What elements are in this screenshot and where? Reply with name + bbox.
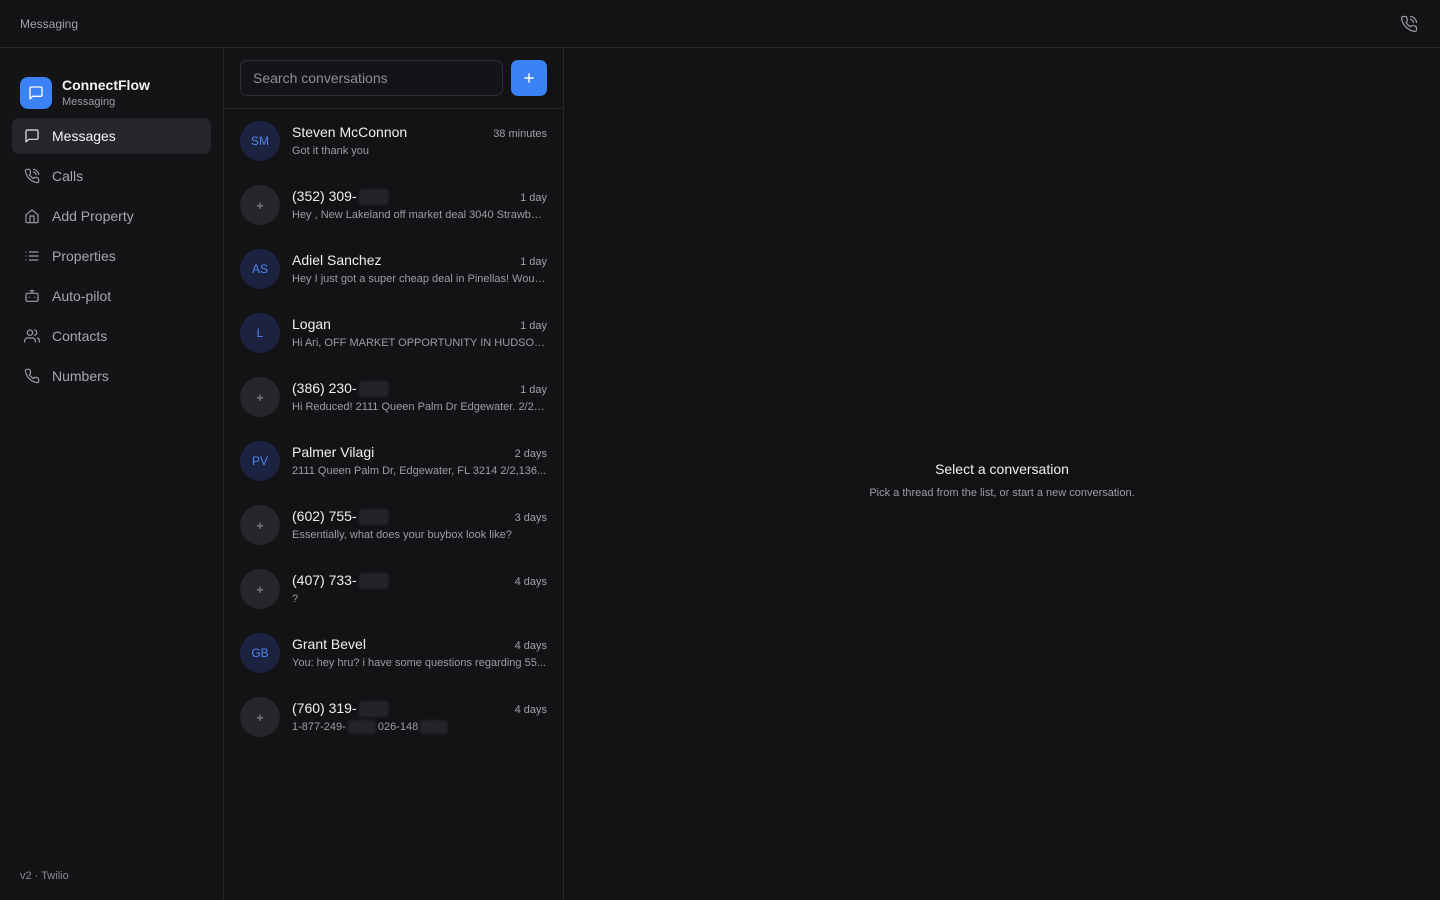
message-preview: Essentially, what does your buybox look … <box>292 529 512 541</box>
sidebar-item-label: Messages <box>52 128 116 144</box>
brand-subtitle: Messaging <box>62 96 116 108</box>
sidebar-item-label: Properties <box>52 248 116 264</box>
contact-name: (386) 230- <box>292 380 357 396</box>
sidebar-item-label: Calls <box>52 168 84 184</box>
phone-call-icon[interactable] <box>1398 13 1420 35</box>
search-input[interactable] <box>240 60 503 96</box>
conversation-item[interactable]: + (352) 309- 1 day Hey , New Lakeland off… <box>224 173 563 237</box>
message-preview: 2111 Queen Palm Dr, Edgewater, FL 3214 2… <box>292 465 547 477</box>
contact-name: (407) 733- <box>292 572 357 588</box>
contact-name: Palmer Vilagi <box>292 444 375 460</box>
timestamp: 1 day <box>520 320 547 332</box>
timestamp: 2 days <box>514 448 547 460</box>
top-bar: Messaging <box>0 0 1440 48</box>
message-preview: Hey , New Lakeland off market deal 3040 … <box>292 209 547 221</box>
sidebar-item-label: Numbers <box>52 368 109 384</box>
conversation-item[interactable]: AS Adiel Sanchez 1 day Hey I just got a s… <box>224 237 563 301</box>
contact-name: (352) 309- <box>292 188 357 204</box>
sidebar-nav: Messages Calls Add Property Properties A… <box>0 118 223 394</box>
avatar: PV <box>240 441 280 481</box>
window-title: Messaging <box>20 16 79 31</box>
conversation-item[interactable]: + (760) 319- 4 days 1-877-249- 026-148 <box>224 685 563 749</box>
contact-name: (760) 319- <box>292 700 357 716</box>
avatar: + <box>240 505 280 545</box>
avatar: + <box>240 569 280 609</box>
conversation-detail-pane: Select a conversation Pick a thread from… <box>564 48 1440 900</box>
brand-name: ConnectFlow <box>62 77 150 93</box>
conversation-item[interactable]: L Logan 1 day Hi Ari, OFF MARKET OPPORTUN… <box>224 301 563 365</box>
preview-part: 1-877-249- <box>292 721 346 733</box>
timestamp: 38 minutes <box>493 128 547 140</box>
message-preview: ? <box>292 593 299 605</box>
chat-bubble-icon <box>24 128 40 144</box>
new-conversation-button[interactable] <box>511 60 547 96</box>
empty-state-subtitle: Pick a thread from the list, or start a … <box>869 487 1135 499</box>
timestamp: 3 days <box>514 512 547 524</box>
conversation-item[interactable]: + (602) 755- 3 days Essentially, what doe… <box>224 493 563 557</box>
redacted-digits <box>347 720 376 735</box>
timestamp: 4 days <box>514 640 547 652</box>
avatar: AS <box>240 249 280 289</box>
users-icon <box>24 328 40 344</box>
sidebar-item-label: Auto-pilot <box>52 288 112 304</box>
timestamp: 1 day <box>520 384 547 396</box>
sidebar-item-add-property[interactable]: Add Property <box>12 198 211 234</box>
sidebar-item-numbers[interactable]: Numbers <box>12 358 211 394</box>
preview-part: 026-148 <box>377 721 419 733</box>
contact-name: (602) 755- <box>292 508 357 524</box>
sidebar-item-calls[interactable]: Calls <box>12 158 211 194</box>
search-row <box>224 48 563 109</box>
redacted-digits <box>358 573 389 590</box>
conversation-item[interactable]: + (407) 733- 4 days ? <box>224 557 563 621</box>
timestamp: 4 days <box>514 704 547 716</box>
avatar: + <box>240 697 280 737</box>
conversation-list-pane: SM Steven McConnon 38 minutes Got it than… <box>224 48 564 900</box>
message-preview: Hi Reduced! 2111 Queen Palm Dr Edgewater… <box>292 401 547 413</box>
sidebar: ConnectFlow Messaging Messages Calls Add… <box>0 48 224 900</box>
message-preview: 1-877-249- 026-148 <box>292 718 547 736</box>
phone-icon <box>24 368 40 384</box>
phone-call-icon <box>24 168 40 184</box>
contact-name: Grant Bevel <box>292 636 366 652</box>
chat-bubble-icon <box>20 77 52 109</box>
message-preview: Hey I just got a super cheap deal in Pin… <box>292 273 547 285</box>
sidebar-item-label: Add Property <box>52 208 134 224</box>
avatar: GB <box>240 633 280 673</box>
message-preview: Hi Ari, OFF MARKET OPPORTUNITY IN HUDSON… <box>292 337 547 349</box>
sidebar-item-label: Contacts <box>52 328 108 344</box>
conversation-item[interactable]: + (386) 230- 1 day Hi Reduced! 2111 Queen… <box>224 365 563 429</box>
version-label: v2 · Twilio <box>20 870 69 882</box>
sidebar-item-contacts[interactable]: Contacts <box>12 318 211 354</box>
avatar: L <box>240 313 280 353</box>
empty-state-title: Select a conversation <box>935 461 1069 477</box>
contact-name: Logan <box>292 316 331 332</box>
redacted-digits <box>358 381 389 398</box>
brand: ConnectFlow Messaging <box>0 48 223 118</box>
conversation-list: SM Steven McConnon 38 minutes Got it than… <box>224 109 563 749</box>
sidebar-item-auto-pilot[interactable]: Auto-pilot <box>12 278 211 314</box>
avatar: + <box>240 185 280 225</box>
conversation-item[interactable]: GB Grant Bevel 4 days You: hey hru? i hav… <box>224 621 563 685</box>
contact-name: Steven McConnon <box>292 124 408 140</box>
message-preview: You: hey hru? i have some questions rega… <box>292 657 546 669</box>
contact-name: Adiel Sanchez <box>292 252 382 268</box>
redacted-digits <box>420 720 449 735</box>
conversation-item[interactable]: PV Palmer Vilagi 2 days 2111 Queen Palm D… <box>224 429 563 493</box>
timestamp: 1 day <box>520 256 547 268</box>
home-icon <box>24 208 40 224</box>
list-icon <box>24 248 40 264</box>
plus-icon <box>522 71 536 85</box>
redacted-digits <box>358 189 389 206</box>
redacted-digits <box>358 701 389 718</box>
conversation-item[interactable]: SM Steven McConnon 38 minutes Got it than… <box>224 109 563 173</box>
sidebar-item-properties[interactable]: Properties <box>12 238 211 274</box>
robot-icon <box>24 288 40 304</box>
message-preview: Got it thank you <box>292 145 370 157</box>
avatar: + <box>240 377 280 417</box>
timestamp: 4 days <box>514 576 547 588</box>
redacted-digits <box>358 509 389 526</box>
timestamp: 1 day <box>520 192 547 204</box>
avatar: SM <box>240 121 280 161</box>
sidebar-item-messages[interactable]: Messages <box>12 118 211 154</box>
